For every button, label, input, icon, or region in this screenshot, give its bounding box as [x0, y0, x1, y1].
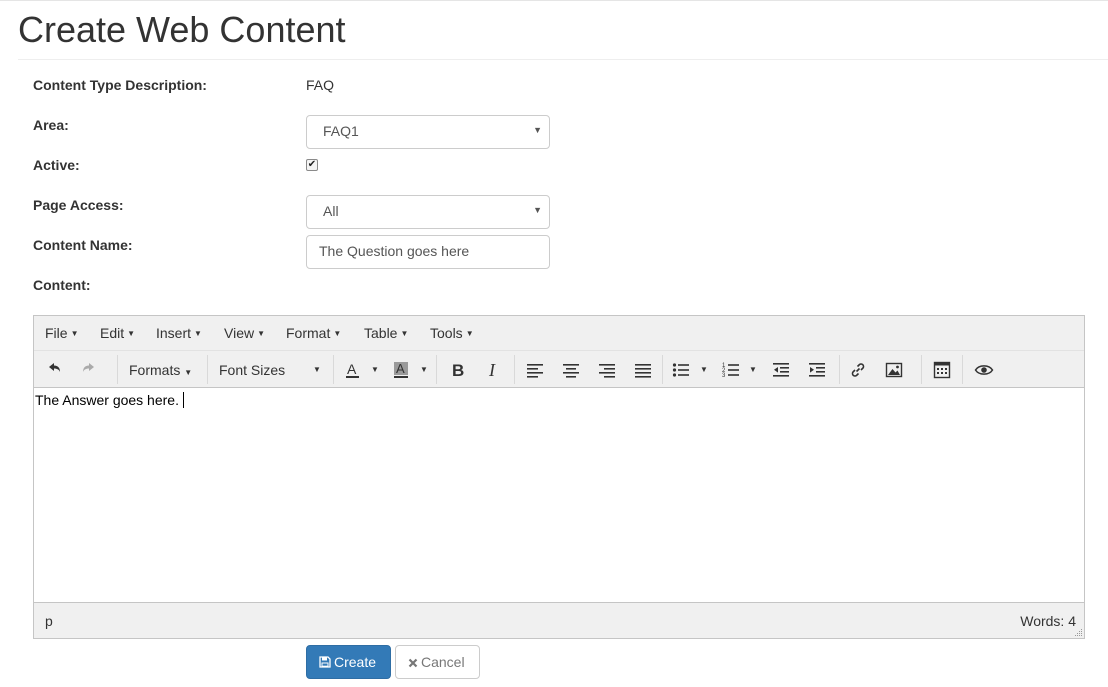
title-divider — [18, 59, 1108, 60]
font-sizes-dropdown[interactable]: Font Sizes — [219, 359, 285, 381]
create-button[interactable]: Create — [306, 645, 391, 679]
caret-down-icon[interactable]: ▼ — [749, 359, 757, 381]
menu-tools-label: Tools — [430, 325, 463, 341]
resize-handle-icon[interactable] — [1073, 627, 1083, 637]
caret-down-icon: ▼ — [257, 329, 266, 338]
editor-statusbar: p Words: 4 — [34, 602, 1084, 638]
chevron-down-icon: ▼ — [533, 205, 542, 215]
caret-down-icon[interactable]: ▼ — [371, 359, 379, 381]
element-path[interactable]: p — [45, 613, 53, 629]
image-icon[interactable] — [885, 359, 903, 381]
caret-down-icon[interactable]: ▼ — [700, 359, 708, 381]
outdent-icon[interactable] — [772, 359, 790, 381]
formats-label: Formats — [129, 362, 181, 378]
bullet-list-icon[interactable] — [672, 359, 690, 381]
preview-icon[interactable] — [974, 359, 994, 381]
menu-edit[interactable]: Edit ▼ — [100, 325, 135, 341]
align-center-icon[interactable] — [562, 359, 580, 381]
toolbar-separator — [921, 355, 922, 384]
link-icon[interactable] — [849, 359, 867, 381]
numbered-list-icon[interactable]: 123 — [722, 359, 740, 381]
content-label: Content: — [33, 277, 91, 293]
caret-down-icon: ▼ — [400, 329, 409, 338]
align-left-icon[interactable] — [526, 359, 544, 381]
word-count: Words: 4 — [1020, 613, 1076, 629]
checkmark-icon: ✔ — [307, 159, 317, 170]
menu-file[interactable]: File ▼ — [45, 325, 78, 341]
caret-down-icon[interactable]: ▼ — [420, 359, 428, 381]
indent-icon[interactable] — [808, 359, 826, 381]
align-right-icon[interactable] — [598, 359, 616, 381]
toolbar-separator — [207, 355, 208, 384]
chevron-down-icon: ▼ — [533, 125, 542, 135]
cancel-button[interactable]: Cancel — [395, 645, 480, 679]
caret-down-icon[interactable]: ▼ — [313, 359, 321, 381]
active-checkbox[interactable]: ✔ — [306, 159, 318, 171]
save-icon — [319, 656, 331, 668]
caret-down-icon: ▼ — [127, 329, 136, 338]
redo-icon[interactable] — [80, 359, 98, 381]
menu-table-label: Table — [364, 325, 398, 341]
area-select[interactable]: FAQ1 ▼ — [306, 115, 550, 149]
svg-text:A: A — [347, 361, 357, 377]
svg-text:3: 3 — [722, 373, 726, 379]
font-sizes-label: Font Sizes — [219, 362, 286, 378]
caret-down-icon: ▼ — [184, 368, 193, 377]
svg-text:A: A — [396, 361, 405, 376]
menu-file-label: File — [45, 325, 68, 341]
toolbar-separator — [333, 355, 334, 384]
toolbar-separator — [962, 355, 963, 384]
content-type-value: FAQ — [306, 77, 335, 93]
area-label: Area: — [33, 117, 69, 133]
content-type-label: Content Type Description: — [33, 77, 207, 93]
caret-down-icon: ▼ — [333, 329, 342, 338]
undo-icon[interactable] — [45, 359, 63, 381]
editor-menubar: File ▼ Edit ▼ Insert ▼ View ▼ Format ▼ Table ▼… — [34, 316, 1084, 351]
menu-table[interactable]: Table ▼ — [364, 325, 408, 341]
top-border — [0, 0, 1108, 1]
editor-body-text: The Answer goes here. — [35, 392, 179, 408]
menu-edit-label: Edit — [100, 325, 125, 341]
create-button-label: Create — [334, 654, 377, 670]
rich-text-editor: File ▼ Edit ▼ Insert ▼ View ▼ Format ▼ Table ▼… — [33, 315, 1085, 639]
page-access-label: Page Access: — [33, 197, 124, 213]
align-justify-icon[interactable] — [634, 359, 652, 381]
content-name-input[interactable]: The Question goes here — [306, 235, 550, 269]
menu-insert-label: Insert — [156, 325, 192, 341]
italic-icon[interactable]: I — [486, 359, 502, 381]
caret-down-icon: ▼ — [194, 329, 202, 338]
menu-view-label: View — [224, 325, 255, 341]
svg-text:B: B — [452, 361, 464, 380]
svg-text:I: I — [488, 360, 496, 380]
toolbar-separator — [514, 355, 515, 384]
content-name-label: Content Name: — [33, 237, 133, 253]
menu-view[interactable]: View ▼ — [224, 325, 265, 341]
menu-format-label: Format — [286, 325, 331, 341]
page-access-select[interactable]: All ▼ — [306, 195, 550, 229]
text-cursor — [182, 392, 184, 408]
editor-content-area[interactable]: The Answer goes here. — [34, 389, 1084, 603]
menu-insert[interactable]: Insert ▼ — [156, 325, 202, 341]
area-select-value: FAQ1 — [323, 123, 359, 139]
page-access-select-value: All — [323, 203, 339, 219]
toolbar-separator — [662, 355, 663, 384]
charmap-icon[interactable] — [933, 359, 951, 381]
menu-format[interactable]: Format ▼ — [286, 325, 341, 341]
page-title: Create Web Content — [18, 9, 346, 50]
formats-dropdown[interactable]: Formats ▼ — [129, 359, 192, 381]
menu-tools[interactable]: Tools ▼ — [430, 325, 474, 341]
close-icon — [408, 658, 418, 668]
text-color-icon[interactable]: A — [345, 359, 361, 381]
toolbar-separator — [436, 355, 437, 384]
caret-down-icon: ▼ — [70, 329, 79, 338]
toolbar-separator — [839, 355, 840, 384]
toolbar-separator — [117, 355, 118, 384]
cancel-button-label: Cancel — [421, 654, 465, 670]
caret-down-icon: ▼ — [465, 329, 474, 338]
background-color-icon[interactable]: A — [393, 359, 409, 381]
bold-icon[interactable]: B — [450, 359, 466, 381]
active-label: Active: — [33, 157, 80, 173]
editor-toolbar: Formats ▼ Font Sizes ▼ A ▼ A ▼ B I ▼ 1 2… — [34, 351, 1084, 388]
